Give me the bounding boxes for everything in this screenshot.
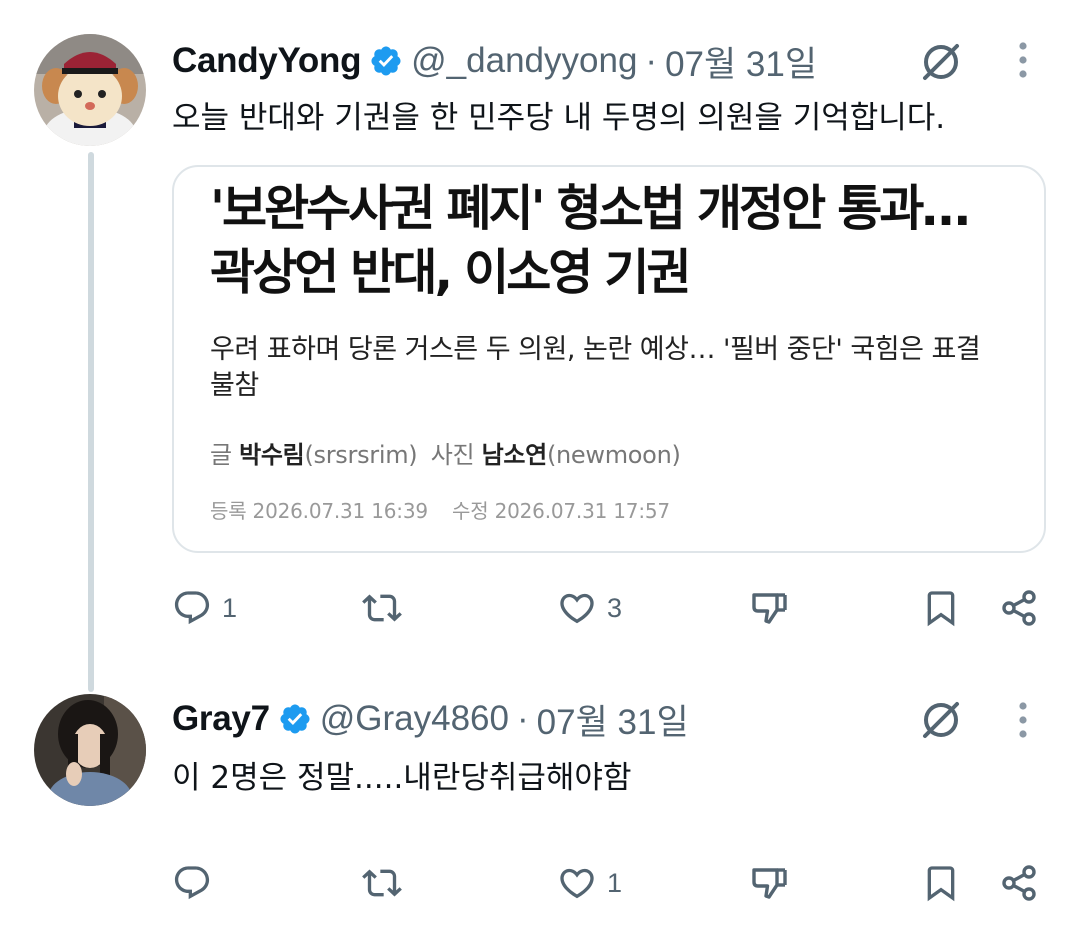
- separator-dot: ·: [645, 41, 658, 80]
- article-dates: 등록 2026.07.31 16:39 수정 2026.07.31 17:57: [210, 495, 670, 524]
- reply-button[interactable]: 1: [172, 588, 237, 628]
- avatar[interactable]: [34, 34, 146, 146]
- embedded-article-card[interactable]: '보완수사권 폐지' 형소법 개정안 통과… 곽상언 반대, 이소영 기권 우려…: [172, 165, 1046, 553]
- article-subtitle: 우려 표하며 당론 거스른 두 의원, 논란 예상… '필버 중단' 국힘은 표…: [210, 334, 981, 401]
- grok-icon[interactable]: [918, 39, 964, 85]
- post-header: CandyYong @_dandyyong · 07월 31일: [172, 36, 817, 86]
- post-date[interactable]: 07월 31일: [537, 694, 689, 745]
- photographer-name: 남소연: [481, 441, 548, 469]
- display-name[interactable]: CandyYong: [172, 41, 361, 81]
- repost-icon: [362, 869, 402, 897]
- article-title-line-1: '보완수사권 폐지' 형소법 개정안 통과…: [210, 180, 970, 237]
- photo-label: 사진: [430, 441, 475, 469]
- article-modified-date: 수정 2026.07.31 17:57: [452, 499, 670, 523]
- post-text: 오늘 반대와 기권을 한 민주당 내 두명의 의원을 기억합니다.: [172, 100, 946, 136]
- article-byline: 글 박수림(srsrsrim) 사진 남소연(newmoon): [210, 435, 681, 470]
- user-handle[interactable]: @_dandyyong: [411, 41, 637, 81]
- article-title-line-2: 곽상언 반대, 이소영 기권: [210, 244, 692, 301]
- bookmark-button[interactable]: [921, 863, 961, 903]
- article-registered-date: 등록 2026.07.31 16:39: [210, 499, 428, 523]
- verified-badge-icon[interactable]: [278, 702, 312, 736]
- repost-button[interactable]: [362, 863, 402, 903]
- separator-dot: ·: [517, 699, 529, 738]
- writer-id: (srsrsrim): [304, 441, 418, 469]
- dislike-button[interactable]: [750, 863, 790, 903]
- like-button[interactable]: 3: [557, 588, 622, 628]
- like-count: 1: [607, 867, 623, 898]
- reply-count: 1: [222, 592, 238, 623]
- avatar[interactable]: [34, 694, 146, 806]
- grok-icon[interactable]: [918, 697, 964, 743]
- photo-avatar-image: [34, 694, 146, 806]
- share-button[interactable]: [1000, 588, 1040, 628]
- dislike-button[interactable]: [750, 588, 790, 628]
- thumbs-down-icon: [752, 868, 787, 899]
- user-handle[interactable]: @Gray4860: [320, 699, 509, 739]
- share-icon: [1002, 865, 1036, 901]
- more-options-icon[interactable]: [1017, 700, 1029, 740]
- bookmark-button[interactable]: [921, 588, 961, 628]
- reply-button[interactable]: [172, 863, 212, 903]
- like-button[interactable]: 1: [557, 863, 622, 903]
- post-header: Gray7 @Gray4860 · 07월 31일: [172, 694, 689, 744]
- heart-icon: [560, 593, 594, 624]
- heart-icon: [560, 868, 594, 899]
- verified-badge-icon[interactable]: [369, 44, 403, 78]
- writer-label: 글: [210, 441, 232, 469]
- article-title: '보완수사권 폐지' 형소법 개정안 통과… 곽상언 반대, 이소영 기권: [210, 177, 1010, 305]
- bookmark-icon: [927, 591, 955, 627]
- photographer-id: (newmoon): [546, 441, 681, 469]
- thumbs-down-icon: [752, 593, 787, 624]
- mascot-avatar-image: [34, 34, 146, 146]
- share-button[interactable]: [1000, 863, 1040, 903]
- writer-name: 박수림: [239, 441, 305, 469]
- repost-icon: [362, 594, 402, 622]
- bookmark-icon: [927, 866, 955, 902]
- share-icon: [1002, 590, 1036, 626]
- display-name[interactable]: Gray7: [172, 699, 270, 739]
- repost-button[interactable]: [362, 588, 402, 628]
- like-count: 3: [607, 592, 623, 623]
- reply-icon: [174, 591, 210, 625]
- post-date[interactable]: 07월 31일: [665, 36, 817, 87]
- thread-connector-line: [88, 152, 94, 692]
- reply-icon: [174, 866, 210, 900]
- post-text: 이 2명은 정말.....내란당취급해야함: [172, 760, 632, 796]
- more-options-icon[interactable]: [1017, 40, 1029, 80]
